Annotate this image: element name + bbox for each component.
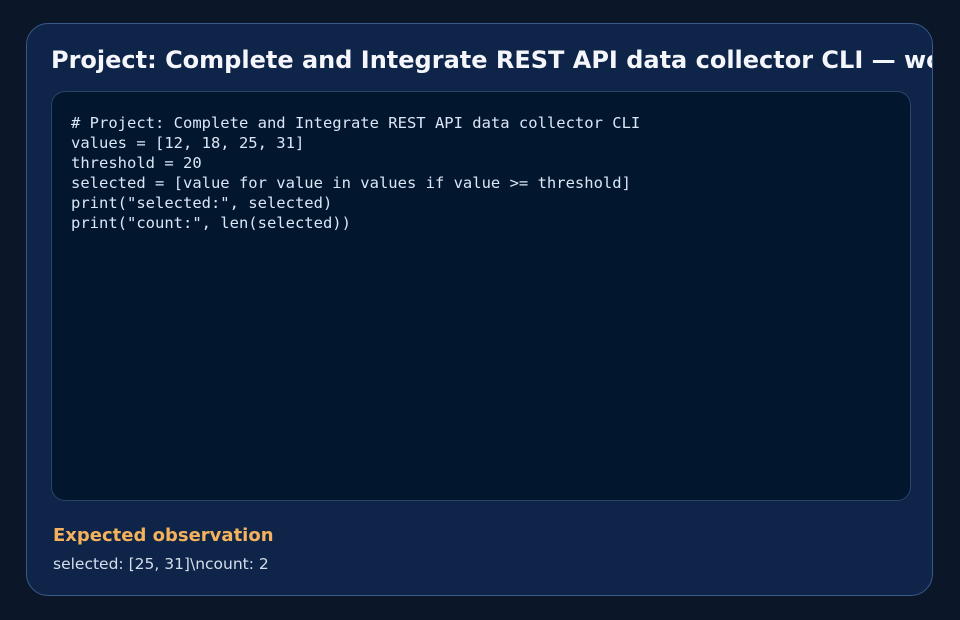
- observation-heading: Expected observation: [53, 525, 274, 546]
- code-panel[interactable]: # Project: Complete and Integrate REST A…: [51, 91, 911, 501]
- card-title: Project: Complete and Integrate REST API…: [51, 46, 932, 74]
- observation-text: selected: [25, 31]\ncount: 2: [53, 555, 269, 573]
- code-line: # Project: Complete and Integrate REST A…: [71, 114, 641, 132]
- code-line: values = [12, 18, 25, 31]: [71, 134, 305, 152]
- example-card: Project: Complete and Integrate REST API…: [26, 23, 933, 596]
- code-line: print("count:", len(selected)): [71, 214, 351, 232]
- code-line: selected = [value for value in values if…: [71, 174, 631, 192]
- code-line: print("selected:", selected): [71, 194, 333, 212]
- code-line: threshold = 20: [71, 154, 202, 172]
